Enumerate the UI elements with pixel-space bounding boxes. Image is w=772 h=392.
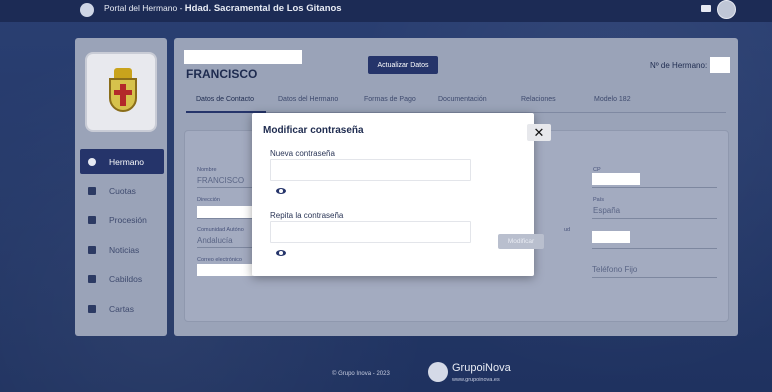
redacted-address[interactable] xyxy=(197,206,255,218)
pais-underline xyxy=(592,218,717,219)
sidebar-item-noticias[interactable]: Noticias xyxy=(80,237,164,262)
close-button[interactable]: ✕ xyxy=(527,124,551,141)
tab-datos-contacto[interactable]: Datos de Contacto xyxy=(196,96,254,103)
sidebar-item-cabildos[interactable]: Cabildos xyxy=(80,266,164,291)
movil-underline xyxy=(592,248,717,249)
card-icon xyxy=(88,186,96,195)
redacted-member-number xyxy=(710,57,730,73)
footer-brand: GrupoiNova xyxy=(452,362,511,374)
close-icon: ✕ xyxy=(533,124,545,140)
tab-relaciones[interactable]: Relaciones xyxy=(521,96,556,103)
new-password-input[interactable] xyxy=(270,159,471,181)
redacted-name xyxy=(184,50,302,64)
footer-copyright: © Grupo Inova - 2023 xyxy=(332,371,390,377)
crest-icon xyxy=(105,68,141,120)
sidebar-item-label: Cabildos xyxy=(109,273,143,284)
comunidad-value[interactable]: Andalucía xyxy=(197,236,233,245)
tab-datos-hermano[interactable]: Datos del Hermano xyxy=(278,96,338,103)
crest-frame xyxy=(85,52,157,132)
sidebar-item-label: Hermano xyxy=(109,156,144,167)
sidebar-item-label: Cartas xyxy=(109,303,135,314)
sidebar-item-label: Cuotas xyxy=(109,185,136,196)
redacted-cp[interactable] xyxy=(592,173,640,185)
show-password-eye-icon[interactable] xyxy=(276,188,286,194)
redacted-email[interactable] xyxy=(197,264,253,276)
sidebar-item-label: Noticias xyxy=(109,244,140,255)
app-title-prefix: Portal del Hermano - xyxy=(104,3,185,13)
change-password-modal: Modificar contraseña ✕ Nueva contraseña … xyxy=(252,113,551,276)
movil-label: ud xyxy=(564,227,571,233)
member-name: FRANCISCO xyxy=(186,67,258,81)
pais-value[interactable]: España xyxy=(593,206,620,215)
group-icon xyxy=(88,274,96,283)
app-title-main: Hdad. Sacramental de Los Gitanos xyxy=(184,3,342,14)
correo-label: Correo electrónico xyxy=(197,257,242,263)
cp-underline xyxy=(592,187,717,188)
app-title: Portal del Hermano - Hdad. Sacramental d… xyxy=(104,3,342,14)
direccion-label: Dirección xyxy=(197,197,220,203)
cross-icon xyxy=(88,215,96,224)
mail-icon xyxy=(88,304,96,313)
tab-modelo-182[interactable]: Modelo 182 xyxy=(594,96,631,103)
update-data-button[interactable]: Actualizar Datos xyxy=(368,56,438,74)
sidebar-item-cartas[interactable]: Cartas xyxy=(80,296,164,321)
newspaper-icon xyxy=(88,245,96,254)
telefono-underline xyxy=(592,277,717,278)
mail-icon[interactable] xyxy=(701,5,711,12)
person-icon xyxy=(88,157,96,166)
member-number-label: Nº de Hermano: xyxy=(650,61,708,70)
nombre-label: Nombre xyxy=(197,167,217,173)
sidebar-item-procesion[interactable]: Procesión xyxy=(80,207,164,232)
top-bar: Portal del Hermano - Hdad. Sacramental d… xyxy=(0,0,772,22)
modify-button[interactable]: Modificar xyxy=(498,234,544,249)
footer-url[interactable]: www.grupoinova.es xyxy=(452,377,500,383)
sidebar-item-cuotas[interactable]: Cuotas xyxy=(80,178,164,203)
nombre-value[interactable]: FRANCISCO xyxy=(197,176,244,185)
new-password-label: Nueva contraseña xyxy=(270,149,335,158)
brotherhood-logo-icon xyxy=(80,3,94,17)
comunidad-label: Comunidad Autóno xyxy=(197,227,244,233)
tab-formas-pago[interactable]: Formas de Pago xyxy=(364,96,416,103)
repeat-password-input[interactable] xyxy=(270,221,471,243)
tab-documentacion[interactable]: Documentación xyxy=(438,96,487,103)
grupoinova-logo-icon xyxy=(428,362,448,382)
pais-label: País xyxy=(593,197,605,203)
repeat-password-label: Repita la contraseña xyxy=(270,211,344,220)
avatar[interactable] xyxy=(717,0,736,19)
sidebar-item-hermano[interactable]: Hermano xyxy=(80,149,164,174)
redacted-phone[interactable] xyxy=(592,231,630,243)
sidebar: Hermano Cuotas Procesión Noticias Cabild… xyxy=(75,38,167,336)
show-repeat-password-eye-icon[interactable] xyxy=(276,250,286,256)
sidebar-item-label: Procesión xyxy=(109,214,147,225)
telefono-fijo-field[interactable]: Teléfono Fijo xyxy=(592,265,637,274)
modal-title: Modificar contraseña xyxy=(263,125,364,136)
